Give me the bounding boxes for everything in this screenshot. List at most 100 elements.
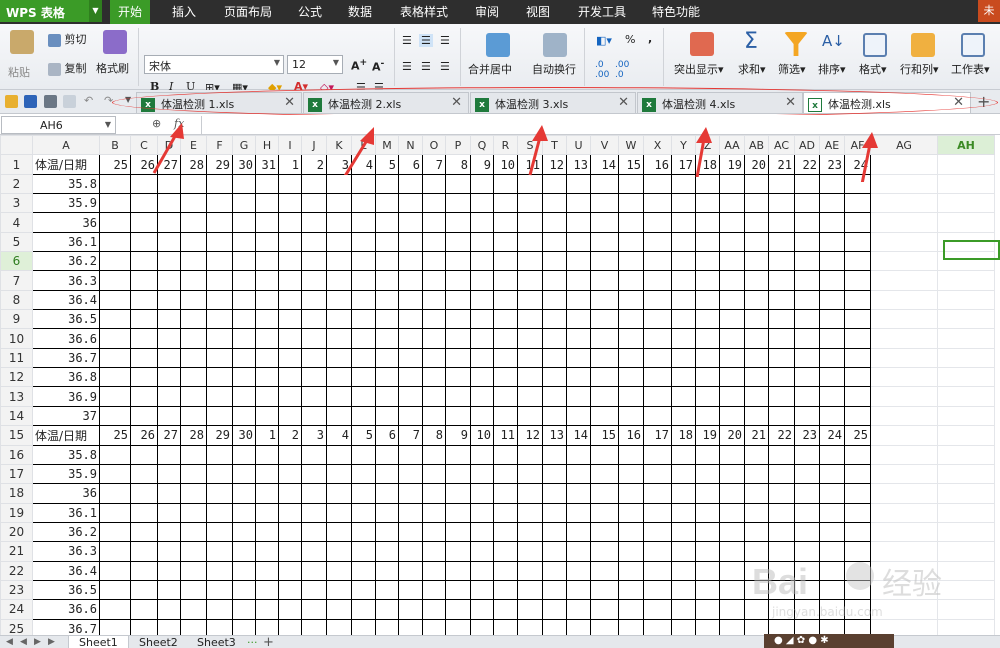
cell[interactable]: [398, 270, 423, 291]
cell[interactable]: 7: [398, 425, 423, 446]
cell[interactable]: [695, 173, 720, 195]
cell[interactable]: [937, 425, 995, 446]
cell[interactable]: [517, 193, 543, 214]
cell[interactable]: [937, 386, 995, 407]
align-left-icon[interactable]: ☰: [402, 60, 412, 73]
cell[interactable]: [326, 367, 352, 388]
cell[interactable]: [719, 579, 745, 601]
cell[interactable]: [671, 599, 696, 620]
cell[interactable]: [301, 405, 327, 427]
cell[interactable]: [542, 193, 567, 214]
cell[interactable]: [206, 579, 233, 601]
cell[interactable]: 1: [255, 425, 279, 446]
format-button[interactable]: 格式▾: [859, 61, 887, 77]
cell[interactable]: [255, 521, 279, 543]
cell[interactable]: [937, 309, 995, 330]
cell[interactable]: [671, 173, 696, 195]
cell[interactable]: [180, 231, 207, 253]
cell[interactable]: [744, 193, 769, 214]
cell[interactable]: [937, 444, 995, 465]
cell[interactable]: [375, 405, 399, 427]
cell[interactable]: [206, 193, 233, 214]
cell[interactable]: [695, 367, 720, 388]
cell[interactable]: [130, 309, 158, 330]
cell[interactable]: 9: [470, 154, 494, 175]
cell[interactable]: [206, 444, 233, 465]
cell[interactable]: [232, 579, 256, 601]
cell[interactable]: 8: [445, 154, 471, 175]
cell[interactable]: [590, 309, 619, 330]
cell[interactable]: [542, 405, 567, 427]
cell[interactable]: [375, 521, 399, 543]
cell[interactable]: [870, 309, 938, 330]
column-header[interactable]: J: [301, 135, 327, 156]
cell[interactable]: [695, 618, 720, 635]
cell[interactable]: [618, 386, 644, 407]
cell[interactable]: [590, 173, 619, 195]
wrap-text-button[interactable]: 自动换行: [532, 61, 576, 77]
cell[interactable]: [768, 328, 795, 349]
cell[interactable]: [130, 328, 158, 349]
cell[interactable]: [99, 289, 131, 311]
cell[interactable]: [590, 367, 619, 388]
filter-icon[interactable]: [784, 32, 808, 56]
cell[interactable]: [130, 405, 158, 427]
cell[interactable]: [422, 502, 446, 523]
cell[interactable]: [99, 251, 131, 272]
cell[interactable]: [517, 618, 543, 635]
cell[interactable]: [744, 502, 769, 523]
cell[interactable]: 36.4: [32, 560, 100, 581]
cell[interactable]: [398, 541, 423, 562]
cell[interactable]: [278, 618, 302, 635]
cell[interactable]: [618, 231, 644, 253]
cell[interactable]: [618, 289, 644, 311]
row-header[interactable]: 24: [0, 599, 33, 620]
column-header[interactable]: P: [445, 135, 471, 156]
cell[interactable]: [566, 599, 591, 620]
cell[interactable]: [130, 483, 158, 504]
cell[interactable]: 36.8: [32, 367, 100, 388]
cell[interactable]: [351, 579, 376, 601]
cell[interactable]: [278, 405, 302, 427]
cell[interactable]: [618, 405, 644, 427]
increase-font-icon[interactable]: A+: [351, 57, 367, 73]
cell[interactable]: 36.3: [32, 541, 100, 562]
cell[interactable]: [493, 289, 518, 311]
cell[interactable]: [590, 618, 619, 635]
cell[interactable]: [157, 347, 181, 369]
cell[interactable]: [301, 463, 327, 485]
cell[interactable]: [255, 560, 279, 581]
cell[interactable]: [618, 270, 644, 291]
cell[interactable]: [206, 289, 233, 311]
cell[interactable]: [99, 444, 131, 465]
cell[interactable]: [744, 270, 769, 291]
cell[interactable]: 36.2: [32, 251, 100, 272]
cell[interactable]: [445, 212, 471, 233]
cell[interactable]: [445, 309, 471, 330]
cell[interactable]: [157, 483, 181, 504]
cell[interactable]: [445, 541, 471, 562]
cell[interactable]: [517, 309, 543, 330]
cell[interactable]: [398, 386, 423, 407]
font-family-select[interactable]: 宋体 ▼: [144, 55, 284, 74]
cell[interactable]: [590, 328, 619, 349]
cell[interactable]: [301, 579, 327, 601]
cell[interactable]: [99, 386, 131, 407]
cell[interactable]: [232, 173, 256, 195]
cell[interactable]: [326, 579, 352, 601]
cell[interactable]: [566, 193, 591, 214]
cell[interactable]: [180, 309, 207, 330]
cell[interactable]: [517, 405, 543, 427]
cell[interactable]: [719, 347, 745, 369]
menu-tab-page-layout[interactable]: 页面布局: [224, 0, 272, 24]
cell[interactable]: [180, 289, 207, 311]
cell[interactable]: [445, 251, 471, 272]
cell[interactable]: [695, 309, 720, 330]
cell[interactable]: [99, 367, 131, 388]
cell[interactable]: [232, 483, 256, 504]
cell[interactable]: [375, 483, 399, 504]
column-header[interactable]: Q: [470, 135, 494, 156]
cell[interactable]: 29: [206, 425, 233, 446]
cell[interactable]: [643, 270, 672, 291]
cell[interactable]: 36.6: [32, 328, 100, 349]
